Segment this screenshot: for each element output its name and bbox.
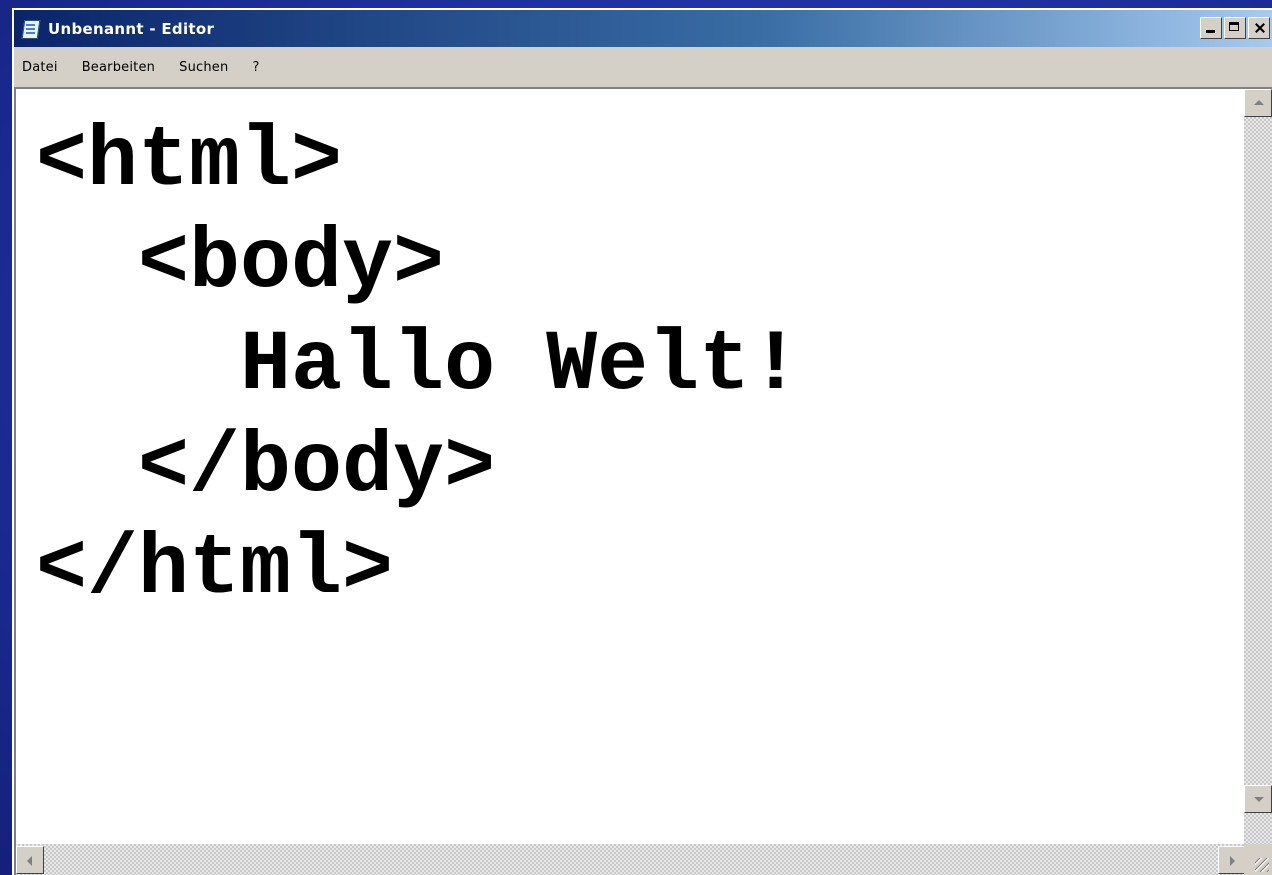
horizontal-scrollbar[interactable] — [16, 844, 1246, 875]
scroll-down-button[interactable] — [1244, 785, 1272, 813]
code-content: <html> <body> Hallo Welt! </body> </html> — [16, 89, 1246, 621]
editor-area: <html> <body> Hallo Welt! </body> </html> — [14, 87, 1272, 875]
vertical-scrollbar[interactable] — [1244, 89, 1272, 844]
code-line: Hallo Welt! — [36, 317, 802, 414]
menu-bar: Datei Bearbeiten Suchen ? — [14, 47, 1272, 87]
menu-help[interactable]: ? — [240, 58, 271, 77]
minimize-icon[interactable] — [1200, 17, 1222, 39]
notepad-icon[interactable] — [20, 19, 42, 39]
arrow-left-icon — [27, 856, 32, 866]
resize-grip-icon[interactable] — [1244, 844, 1272, 875]
close-icon[interactable] — [1248, 17, 1270, 39]
editor-window: Unbenannt - Editor Datei Bearbeiten Such… — [12, 8, 1272, 875]
menu-suchen[interactable]: Suchen — [167, 58, 240, 77]
arrow-right-icon — [1230, 856, 1235, 866]
arrow-down-icon — [1254, 797, 1264, 802]
maximize-icon[interactable] — [1224, 17, 1246, 39]
title-bar[interactable]: Unbenannt - Editor — [14, 10, 1272, 47]
scroll-right-button[interactable] — [1218, 846, 1246, 874]
menu-bearbeiten[interactable]: Bearbeiten — [70, 58, 167, 77]
text-area[interactable]: <html> <body> Hallo Welt! </body> </html> — [16, 89, 1246, 844]
code-line: <body> — [36, 215, 445, 312]
window-title: Unbenannt - Editor — [48, 19, 215, 38]
code-line: <html> — [36, 113, 343, 210]
window-controls — [1200, 17, 1270, 39]
arrow-up-icon — [1254, 100, 1264, 105]
menu-datei[interactable]: Datei — [14, 58, 70, 77]
code-line: </body> — [36, 419, 496, 516]
code-line: </html> — [36, 521, 394, 618]
scroll-up-button[interactable] — [1244, 89, 1272, 117]
scroll-left-button[interactable] — [16, 846, 44, 874]
